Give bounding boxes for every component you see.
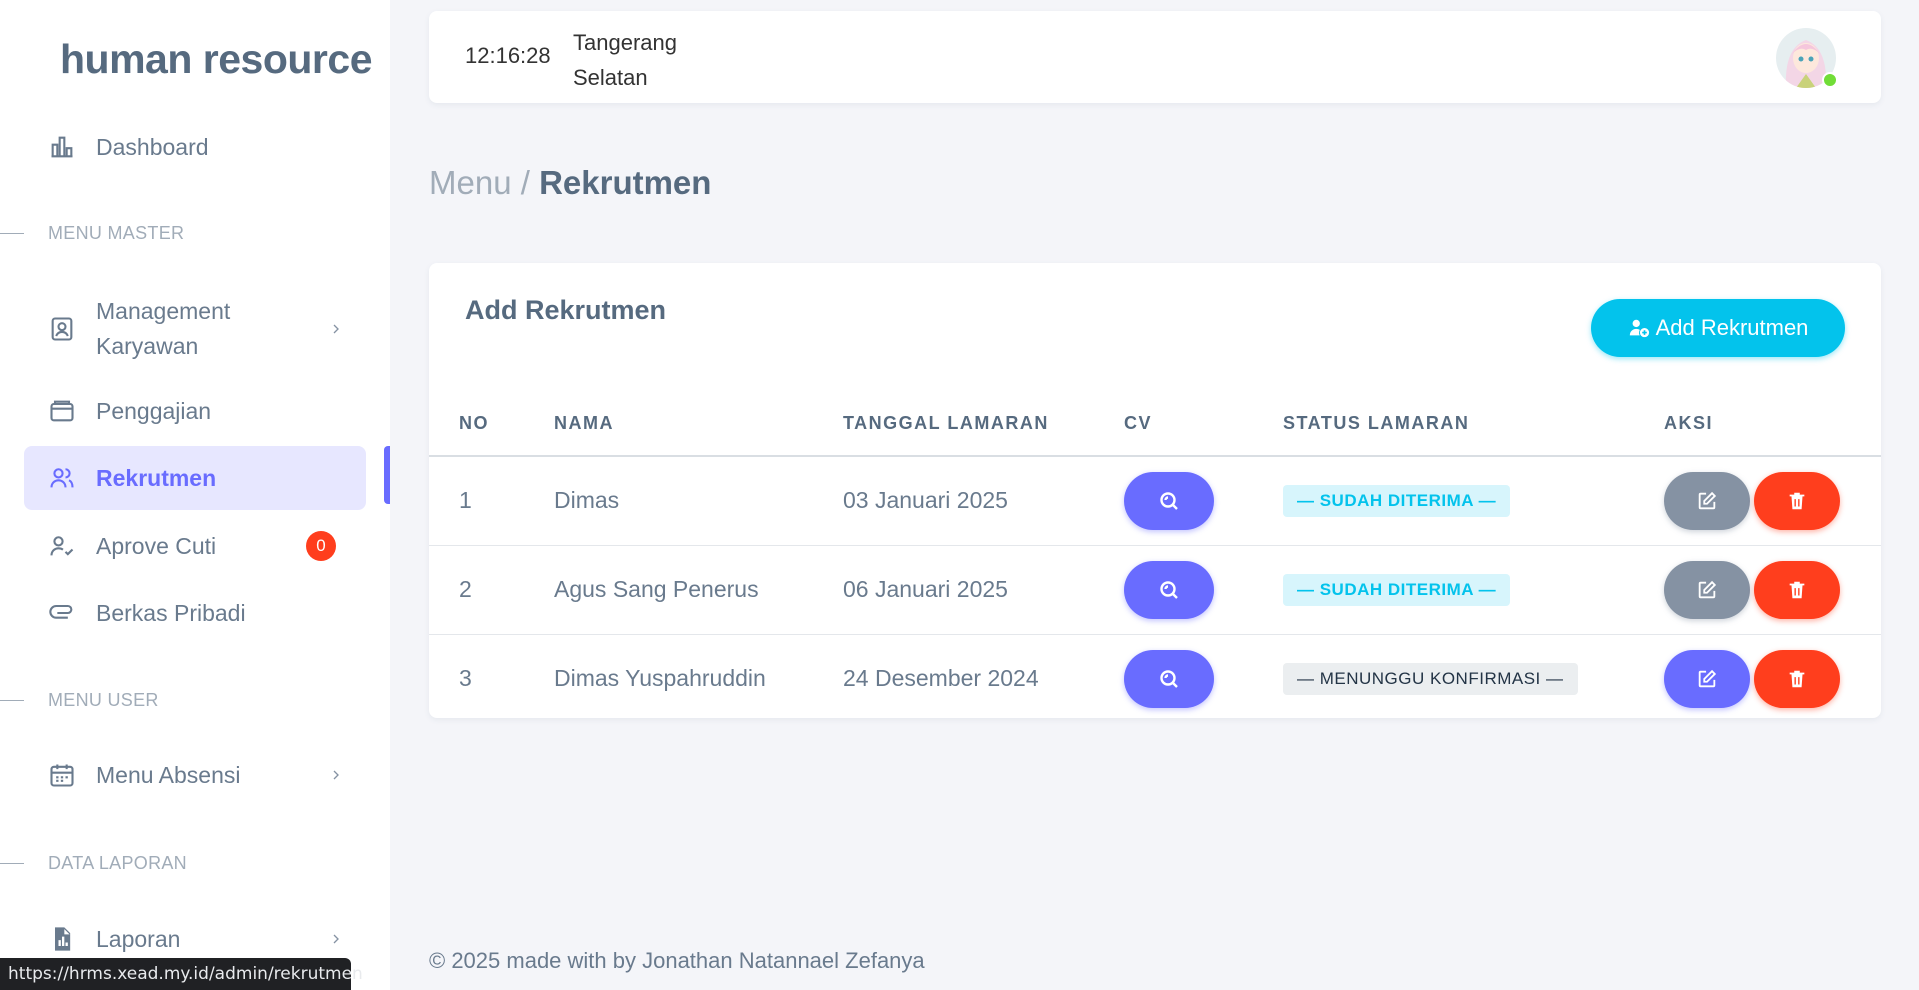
sidebar-item-label: Management Karyawan bbox=[96, 298, 231, 359]
status-badge: — SUDAH DITERIMA — bbox=[1283, 573, 1511, 606]
status-bar-url: https://hrms.xead.my.id/admin/rekrutmen bbox=[0, 958, 363, 990]
table-row: 1 Dimas 03 Januari 2025 — SUDAH DITERIMA… bbox=[429, 456, 1881, 546]
sidebar-item-menu-absensi[interactable]: Menu Absensi bbox=[24, 743, 366, 807]
delete-button[interactable] bbox=[1754, 471, 1840, 530]
location-text: Tangerang Selatan bbox=[573, 30, 677, 90]
section-header-menu-master: MENU MASTER bbox=[0, 221, 184, 245]
status-badge: — MENUNGGU KONFIRMASI — bbox=[1283, 662, 1578, 695]
column-header-cv: CV bbox=[1124, 392, 1283, 457]
sidebar: human resource Dashboard MENU MASTER Man… bbox=[0, 0, 390, 990]
sidebar-item-label: Menu Absensi bbox=[96, 761, 241, 788]
active-indicator bbox=[384, 446, 390, 504]
column-header-nama: NAMA bbox=[554, 392, 843, 457]
row-no: 3 bbox=[459, 665, 472, 692]
user-plus-icon bbox=[1629, 319, 1649, 338]
report-file-icon bbox=[55, 927, 71, 951]
user-badge-icon bbox=[51, 317, 73, 341]
column-header-status: STATUS LAMARAN bbox=[1283, 392, 1664, 457]
bar-chart-icon bbox=[51, 136, 73, 158]
sidebar-item-aprove-cuti[interactable]: Aprove Cuti 0 bbox=[24, 514, 366, 578]
top-navbar: 12:16:28 Tangerang Selatan bbox=[429, 11, 1881, 103]
row-nama: Dimas Yuspahruddin bbox=[554, 665, 766, 692]
sidebar-item-label: Laporan bbox=[96, 925, 181, 952]
section-header-data-laporan: DATA LAPORAN bbox=[0, 851, 187, 875]
edit-button[interactable] bbox=[1664, 560, 1750, 619]
column-header-aksi: AKSI bbox=[1664, 392, 1881, 457]
row-tanggal: 03 Januari 2025 bbox=[843, 456, 1124, 546]
edit-icon bbox=[1698, 669, 1717, 687]
sidebar-item-dashboard[interactable]: Dashboard bbox=[24, 115, 366, 179]
sidebar-item-label: Penggajian bbox=[96, 397, 212, 424]
sidebar-item-label: Berkas Pribadi bbox=[96, 599, 246, 626]
card-title: Add Rekrutmen bbox=[465, 295, 667, 325]
chevron-right-icon bbox=[333, 770, 339, 780]
footer-text: © 2025 made with by Jonathan Natannael Z… bbox=[429, 948, 925, 973]
trash-icon bbox=[1789, 670, 1805, 687]
edit-icon bbox=[1698, 491, 1717, 509]
user-check-icon bbox=[50, 536, 74, 556]
online-status-dot bbox=[1822, 72, 1838, 88]
delete-button[interactable] bbox=[1754, 649, 1840, 708]
pending-count-badge: 0 bbox=[306, 531, 336, 561]
add-rekrutmen-label: Add Rekrutmen bbox=[1655, 315, 1809, 340]
sidebar-item-management-karyawan[interactable]: Management Karyawan bbox=[24, 292, 366, 366]
breadcrumb: Menu / Rekrutmen bbox=[429, 164, 711, 202]
add-rekrutmen-button[interactable]: Add Rekrutmen bbox=[1591, 299, 1845, 357]
zoom-search-icon bbox=[1160, 492, 1178, 510]
row-tanggal: 24 Desember 2024 bbox=[843, 665, 1039, 692]
sidebar-item-penggajian[interactable]: Penggajian bbox=[24, 379, 366, 443]
edit-button[interactable] bbox=[1664, 471, 1750, 530]
sidebar-item-label: Rekrutmen bbox=[96, 464, 217, 491]
sidebar-item-label: Dashboard bbox=[96, 133, 209, 160]
row-tanggal: 06 Januari 2025 bbox=[843, 545, 1124, 635]
rekrutmen-card: Add Rekrutmen Add Rekrutmen NO NAMA TANG… bbox=[429, 263, 1881, 718]
view-cv-button[interactable] bbox=[1124, 649, 1214, 708]
trash-icon bbox=[1789, 492, 1805, 509]
table-row: 2 Agus Sang Penerus 06 Januari 2025 — SU… bbox=[429, 545, 1881, 635]
row-nama: Dimas bbox=[554, 456, 843, 546]
row-nama: Agus Sang Penerus bbox=[554, 545, 843, 635]
calendar-icon bbox=[50, 764, 74, 787]
table-header-row: NO NAMA TANGGAL LAMARAN CV STATUS LAMARA… bbox=[429, 392, 1881, 457]
wallet-icon bbox=[50, 400, 74, 422]
sidebar-item-rekrutmen[interactable]: Rekrutmen bbox=[24, 446, 366, 510]
breadcrumb-current: Rekrutmen bbox=[539, 164, 712, 201]
chevron-right-icon bbox=[333, 324, 339, 334]
edit-icon bbox=[1698, 580, 1717, 598]
zoom-search-icon bbox=[1160, 580, 1178, 599]
brand-logo-text[interactable]: human resource bbox=[60, 36, 373, 83]
view-cv-button[interactable] bbox=[1124, 471, 1214, 530]
zoom-search-icon bbox=[1160, 670, 1178, 688]
paperclip-icon bbox=[49, 604, 73, 619]
rekrutmen-table: NO NAMA TANGGAL LAMARAN CV STATUS LAMARA… bbox=[429, 392, 1881, 723]
row-no: 1 bbox=[429, 456, 554, 546]
users-icon bbox=[50, 468, 74, 488]
view-cv-button[interactable] bbox=[1124, 560, 1214, 619]
breadcrumb-parent[interactable]: Menu / bbox=[429, 164, 530, 201]
sidebar-item-label: Aprove Cuti bbox=[96, 532, 217, 559]
column-header-no: NO bbox=[429, 392, 554, 457]
status-badge: — SUDAH DITERIMA — bbox=[1283, 484, 1511, 517]
sidebar-item-berkas-pribadi[interactable]: Berkas Pribadi bbox=[24, 581, 366, 645]
chevron-right-icon bbox=[333, 934, 339, 944]
edit-button[interactable] bbox=[1664, 649, 1750, 708]
delete-button[interactable] bbox=[1754, 560, 1840, 619]
trash-icon bbox=[1789, 581, 1805, 598]
column-header-tanggal: TANGGAL LAMARAN bbox=[843, 392, 1124, 457]
section-header-menu-user: MENU USER bbox=[0, 688, 159, 712]
table-row: 3 Dimas Yuspahruddin 24 Desember 2024 — … bbox=[429, 634, 1881, 723]
row-no: 2 bbox=[429, 545, 554, 635]
clock-time: 12:16:28 bbox=[465, 43, 551, 68]
